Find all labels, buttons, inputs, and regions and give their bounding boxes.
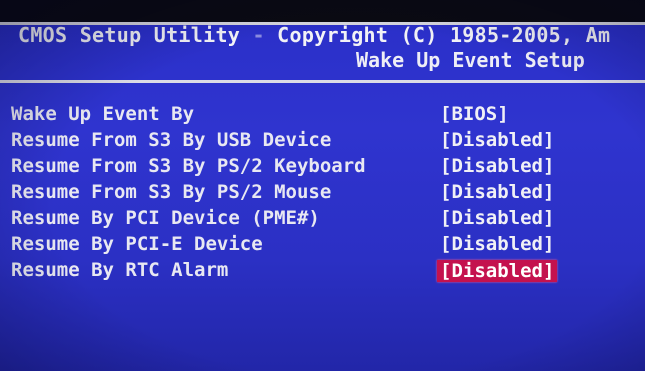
setting-value-selected[interactable]: [Disabled] xyxy=(437,260,558,282)
title-separator: - xyxy=(240,23,278,47)
setting-value[interactable]: [Disabled] xyxy=(437,153,557,179)
setting-row-resume-s3-ps2-mouse[interactable]: Resume From S3 By PS/2 Mouse [Disabled] xyxy=(0,179,645,205)
setting-value[interactable]: [Disabled] xyxy=(437,127,557,153)
top-bar xyxy=(0,0,645,22)
utility-title: CMOS Setup Utility - Copyright (C) 1985-… xyxy=(18,22,610,48)
setting-label: Resume From S3 By PS/2 Keyboard xyxy=(11,155,366,177)
setting-value[interactable]: [Disabled] xyxy=(437,231,557,257)
setting-row-wake-up-event-by[interactable]: Wake Up Event By [BIOS] xyxy=(0,101,645,127)
setting-label: Resume By PCI-E Device xyxy=(11,233,263,255)
utility-name: CMOS Setup Utility xyxy=(18,23,241,47)
setting-row-resume-s3-usb[interactable]: Resume From S3 By USB Device [Disabled] xyxy=(0,127,645,153)
setting-label: Wake Up Event By xyxy=(11,103,195,125)
setting-label: Resume From S3 By USB Device xyxy=(11,129,332,151)
setting-value[interactable]: [Disabled] xyxy=(437,205,557,231)
page-title: Wake Up Event Setup xyxy=(356,48,585,72)
setting-value[interactable]: [BIOS] xyxy=(437,101,512,127)
bios-screen: CMOS Setup Utility - Copyright (C) 1985-… xyxy=(0,0,645,371)
setting-value[interactable]: [Disabled] xyxy=(437,179,557,205)
setting-label: Resume By PCI Device (PME#) xyxy=(11,207,320,229)
settings-list: Wake Up Event By [BIOS] Resume From S3 B… xyxy=(0,101,645,283)
header-divider xyxy=(0,80,645,83)
setting-row-resume-pci-device[interactable]: Resume By PCI Device (PME#) [Disabled] xyxy=(0,205,645,231)
setting-row-resume-pci-e-device[interactable]: Resume By PCI-E Device [Disabled] xyxy=(0,231,645,257)
setting-label: Resume From S3 By PS/2 Mouse xyxy=(11,181,332,203)
setting-label: Resume By RTC Alarm xyxy=(11,259,229,281)
copyright-text: Copyright (C) 1985-2005, Am xyxy=(277,23,611,47)
setting-row-resume-s3-ps2-keyboard[interactable]: Resume From S3 By PS/2 Keyboard [Disable… xyxy=(0,153,645,179)
setting-row-resume-rtc-alarm[interactable]: Resume By RTC Alarm [Disabled] xyxy=(0,257,645,283)
header-underline xyxy=(0,22,645,25)
